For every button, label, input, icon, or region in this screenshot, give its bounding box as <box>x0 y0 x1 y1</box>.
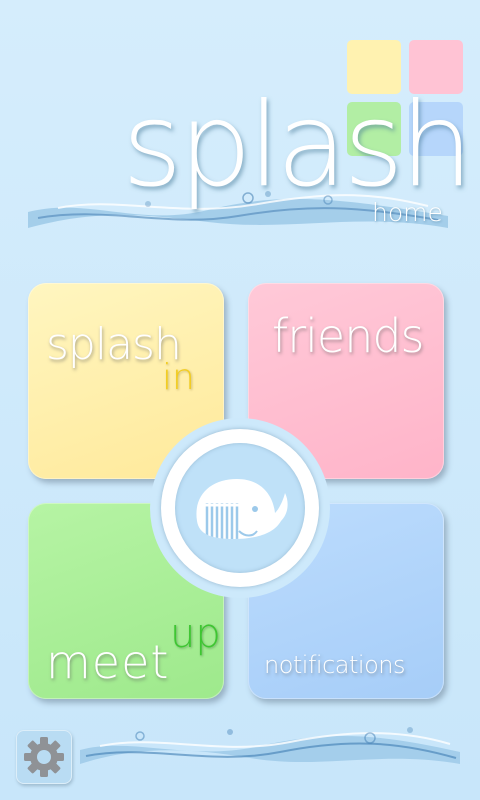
meet-up-label-up: up <box>170 611 221 657</box>
settings-button[interactable] <box>16 730 72 784</box>
gear-icon <box>24 737 64 777</box>
water-splash-footer-decoration <box>80 727 460 764</box>
center-whale-button[interactable] <box>161 429 319 587</box>
meet-up-label-meet: meet <box>46 635 170 689</box>
notifications-label: notifications <box>264 651 405 679</box>
center-disc-inner <box>175 443 305 573</box>
friends-label: friends <box>272 309 425 363</box>
home-screen: splash home splash in friends meet up no… <box>0 0 480 800</box>
app-logo-title: splash <box>122 78 473 213</box>
whale-icon <box>196 479 288 539</box>
page-subtitle: home <box>372 198 443 227</box>
splash-in-label-in: in <box>162 357 195 398</box>
splash-in-label-splash: splash <box>46 319 182 370</box>
